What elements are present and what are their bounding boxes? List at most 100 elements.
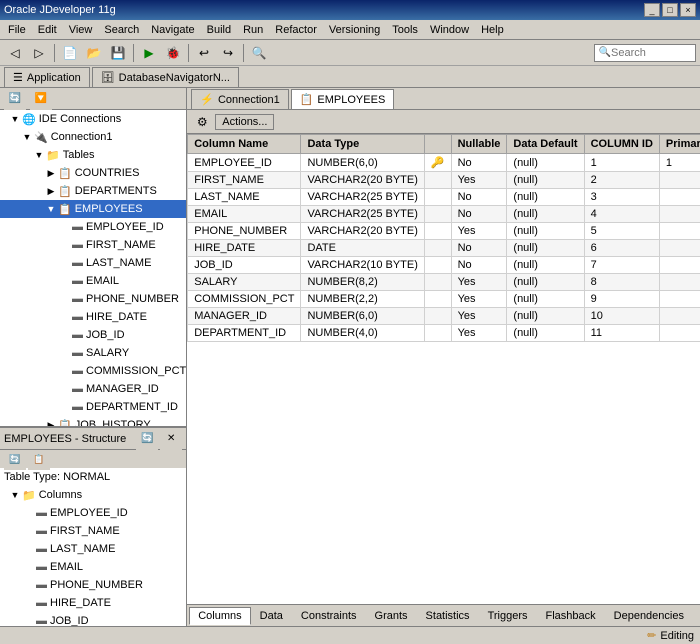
tab-flashback[interactable]: Flashback [537, 607, 605, 625]
expand-icon-countries: ▶ [44, 168, 58, 179]
struct-hire-date[interactable]: ▬ HIRE_DATE [0, 594, 186, 612]
table-row[interactable]: MANAGER_ID NUMBER(6,0) Yes (null) 10 Man… [188, 308, 700, 325]
maximize-btn[interactable]: □ [662, 3, 678, 17]
tab-triggers[interactable]: Triggers [479, 607, 537, 625]
struct-phone-number[interactable]: ▬ PHONE_NUMBER [0, 576, 186, 594]
data-table-container[interactable]: Column Name Data Type Nullable Data Defa… [187, 134, 700, 604]
struct-btn-1[interactable]: 🔄 [4, 450, 26, 470]
window-controls[interactable]: _ □ × [644, 3, 696, 17]
cell-datatype: VARCHAR2(20 BYTE) [301, 223, 424, 240]
menu-tools[interactable]: Tools [386, 22, 424, 38]
new-btn[interactable]: 📄 [59, 42, 81, 64]
struct-email[interactable]: ▬ EMAIL [0, 558, 186, 576]
struct-job-id[interactable]: ▬ JOB_ID [0, 612, 186, 626]
col-header-datatype: Data Type [301, 135, 424, 154]
tree-item-countries[interactable]: ▶ 📋 COUNTRIES [0, 164, 186, 182]
table-row[interactable]: FIRST_NAME VARCHAR2(20 BYTE) Yes (null) … [188, 172, 700, 189]
menu-edit[interactable]: Edit [32, 22, 63, 38]
table-row[interactable]: HIRE_DATE DATE No (null) 6 Date whe [188, 240, 700, 257]
table-row[interactable]: EMAIL VARCHAR2(25 BYTE) No (null) 4 Emai… [188, 206, 700, 223]
menu-build[interactable]: Build [201, 22, 237, 38]
close-btn[interactable]: × [680, 3, 696, 17]
tree-item-connection1[interactable]: ▼ 🔌 Connection1 [0, 128, 186, 146]
tree-filter-btn[interactable]: 🔽 [30, 88, 52, 110]
run-btn[interactable]: ▶ [138, 42, 160, 64]
salary-icon: ▬ [72, 347, 83, 359]
tree-item-last-name[interactable]: ▬ LAST_NAME [0, 254, 186, 272]
table-row[interactable]: SALARY NUMBER(8,2) Yes (null) 8 Monthly … [188, 274, 700, 291]
employee-id-icon: ▬ [72, 221, 83, 233]
tree-item-department-id-col[interactable]: ▬ DEPARTMENT_ID [0, 398, 186, 416]
struct-first-name[interactable]: ▬ FIRST_NAME [0, 522, 186, 540]
structure-toolbar: 🔄 📋 [0, 450, 186, 468]
tree-item-tables[interactable]: ▼ 📁 Tables [0, 146, 186, 164]
struct-last-name[interactable]: ▬ LAST_NAME [0, 540, 186, 558]
tab-application[interactable]: ☰ Application [4, 67, 90, 87]
tab-columns[interactable]: Columns [189, 607, 250, 625]
tree-item-job-history[interactable]: ▶ 📋 JOB_HISTORY [0, 416, 186, 426]
tree-item-ide-connections[interactable]: ▼ 🌐 IDE Connections [0, 110, 186, 128]
tree-item-employees[interactable]: ▼ 📋 EMPLOYEES [0, 200, 186, 218]
table-row[interactable]: DEPARTMENT_ID NUMBER(4,0) Yes (null) 11 … [188, 325, 700, 342]
cell-nullable: Yes [451, 291, 507, 308]
search-input[interactable] [611, 47, 691, 59]
tab-constraints[interactable]: Constraints [292, 607, 366, 625]
minimize-btn[interactable]: _ [644, 3, 660, 17]
struct-employee-id[interactable]: ▬ EMPLOYEE_ID [0, 504, 186, 522]
menu-refactor[interactable]: Refactor [269, 22, 323, 38]
menu-window[interactable]: Window [424, 22, 475, 38]
cell-name: JOB_ID [188, 257, 301, 274]
forward-btn[interactable]: ▷ [28, 42, 50, 64]
save-btn[interactable]: 💾 [107, 42, 129, 64]
menu-search[interactable]: Search [98, 22, 145, 38]
tree-item-employee-id[interactable]: ▬ EMPLOYEE_ID [0, 218, 186, 236]
zoom-btn[interactable]: 🔍 [248, 42, 270, 64]
tree-item-manager-id[interactable]: ▬ MANAGER_ID [0, 380, 186, 398]
structure-btn-1[interactable]: 🔄 [136, 428, 158, 450]
tab-statistics[interactable]: Statistics [417, 607, 479, 625]
editor-tab-employees[interactable]: 📋 EMPLOYEES [291, 89, 395, 109]
redo-btn[interactable]: ↪ [217, 42, 239, 64]
table-row[interactable]: PHONE_NUMBER VARCHAR2(20 BYTE) Yes (null… [188, 223, 700, 240]
tree-refresh-btn[interactable]: 🔄 [4, 88, 26, 110]
db-tab-icon: 🗄 [101, 71, 115, 84]
structure-close-btn[interactable]: ✕ [160, 428, 182, 450]
tree-item-job-id[interactable]: ▬ JOB_ID [0, 326, 186, 344]
tab-grants[interactable]: Grants [366, 607, 417, 625]
actions-button[interactable]: Actions... [215, 114, 274, 130]
tab-dependencies[interactable]: Dependencies [605, 607, 693, 625]
dept-id-icon: ▬ [72, 401, 83, 413]
countries-icon: 📋 [58, 167, 72, 180]
struct-btn-2[interactable]: 📋 [28, 450, 50, 470]
tree-item-commission-pct[interactable]: ▬ COMMISSION_PCT [0, 362, 186, 380]
debug-btn[interactable]: 🐞 [162, 42, 184, 64]
tab-data[interactable]: Data [251, 607, 292, 625]
cell-icon [424, 274, 451, 291]
structure-columns-node[interactable]: ▼ 📁 Columns [0, 486, 186, 504]
menu-versioning[interactable]: Versioning [323, 22, 386, 38]
tree-item-departments[interactable]: ▶ 📋 DEPARTMENTS [0, 182, 186, 200]
menu-file[interactable]: File [2, 22, 32, 38]
structure-tree[interactable]: 🔄 📋 Table Type: NORMAL ▼ 📁 Columns ▬ EM [0, 450, 186, 626]
menu-help[interactable]: Help [475, 22, 510, 38]
tree-item-first-name[interactable]: ▬ FIRST_NAME [0, 236, 186, 254]
menu-navigate[interactable]: Navigate [145, 22, 200, 38]
table-row[interactable]: COMMISSION_PCT NUMBER(2,2) Yes (null) 9 … [188, 291, 700, 308]
table-row[interactable]: EMPLOYEE_ID NUMBER(6,0) 🔑 No (null) 1 1 … [188, 154, 700, 172]
search-box[interactable]: 🔍 [594, 44, 696, 62]
open-btn[interactable]: 📂 [83, 42, 105, 64]
menu-view[interactable]: View [63, 22, 99, 38]
undo-btn[interactable]: ↩ [193, 42, 215, 64]
cell-colid: 9 [584, 291, 659, 308]
tree-item-phone-number[interactable]: ▬ PHONE_NUMBER [0, 290, 186, 308]
tab-dbnavigator[interactable]: 🗄 DatabaseNavigatorN... [92, 67, 239, 87]
table-row[interactable]: LAST_NAME VARCHAR2(25 BYTE) No (null) 3 … [188, 189, 700, 206]
tree-panel[interactable]: ▼ 🌐 IDE Connections ▼ 🔌 Connection1 ▼ 📁 … [0, 110, 186, 426]
editor-tab-connection1[interactable]: ⚡ Connection1 [191, 89, 288, 109]
table-row[interactable]: JOB_ID VARCHAR2(10 BYTE) No (null) 7 Cur… [188, 257, 700, 274]
tree-item-salary[interactable]: ▬ SALARY [0, 344, 186, 362]
tree-item-hire-date[interactable]: ▬ HIRE_DATE [0, 308, 186, 326]
tree-item-email[interactable]: ▬ EMAIL [0, 272, 186, 290]
back-btn[interactable]: ◁ [4, 42, 26, 64]
menu-run[interactable]: Run [237, 22, 269, 38]
